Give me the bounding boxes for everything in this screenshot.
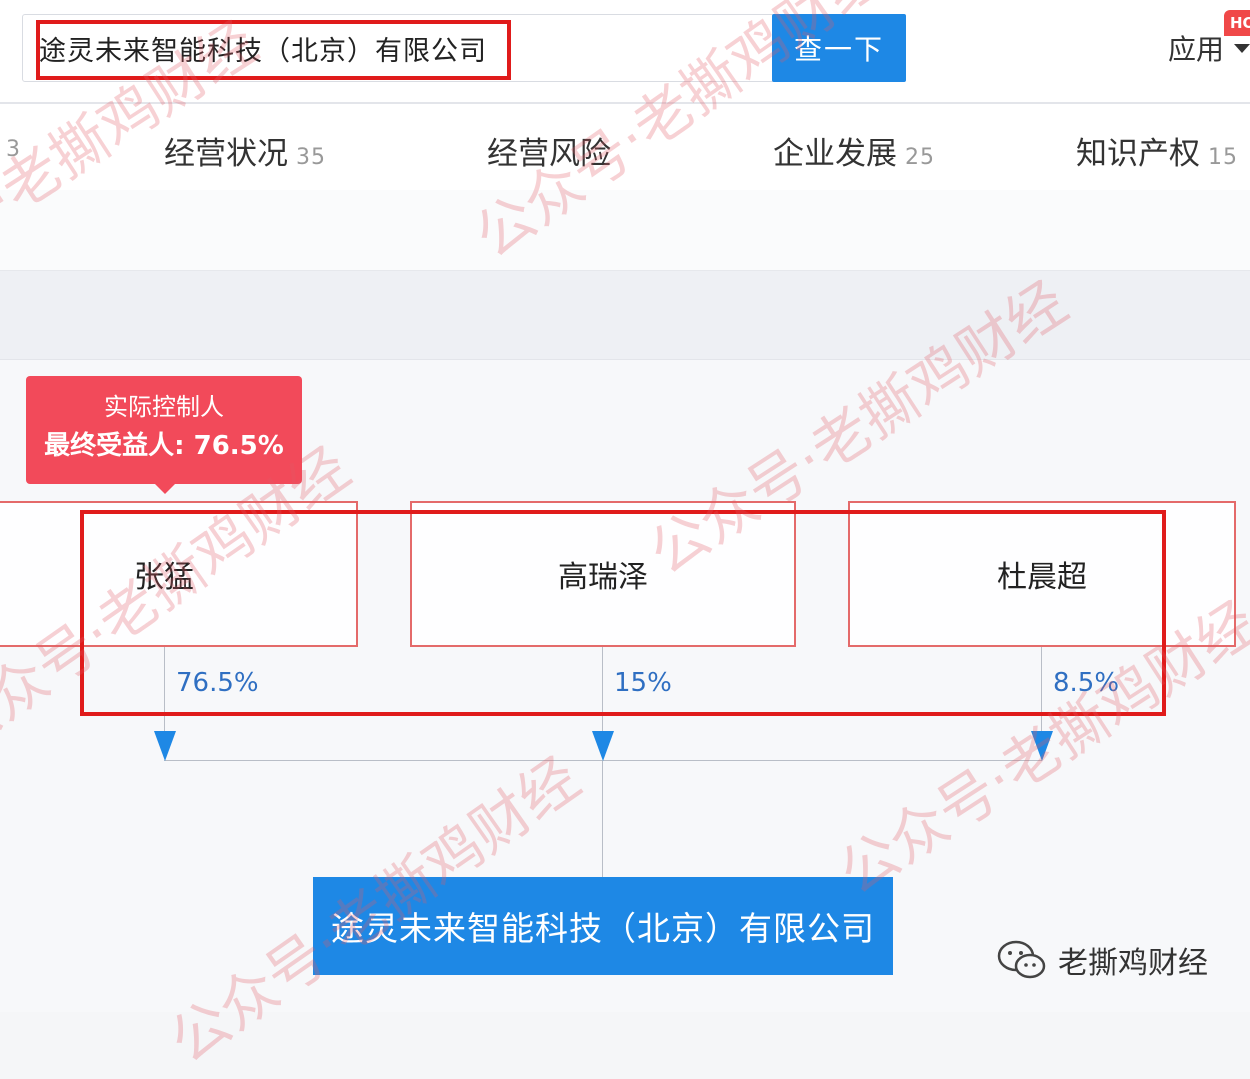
- tab-bar: 3 经营状况 35 经营风险 企业发展 25 知识产权 15: [0, 104, 1250, 191]
- company-node[interactable]: 途灵未来智能科技（北京）有限公司: [313, 877, 893, 975]
- tab-label: 知识产权: [1076, 136, 1200, 172]
- tab-count: 25: [905, 145, 935, 170]
- search-input[interactable]: 途灵未来智能科技（北京）有限公司: [39, 29, 487, 68]
- shareholder-node[interactable]: 高瑞泽: [410, 501, 796, 647]
- tab-company-development[interactable]: 企业发展 25: [773, 128, 935, 173]
- search-box[interactable]: 途灵未来智能科技（北京）有限公司: [22, 14, 776, 82]
- chevron-down-icon: [1234, 43, 1250, 53]
- arrow-down-icon: [154, 731, 176, 761]
- connector-line: [1041, 647, 1042, 733]
- brand-signature: 老撕鸡财经: [996, 938, 1208, 982]
- connector-line: [602, 760, 603, 877]
- app-menu-label: 应用: [1168, 33, 1225, 66]
- top-bar: 途灵未来智能科技（北京）有限公司 查一下 应用 HOT: [0, 0, 1250, 104]
- share-percent: 8.5%: [1053, 668, 1120, 698]
- connector-line: [602, 647, 603, 733]
- arrow-down-icon: [1031, 731, 1053, 761]
- tab-count: 35: [296, 145, 326, 170]
- section-band: [0, 190, 1250, 271]
- controller-tooltip: 实际控制人 最终受益人: 76.5%: [26, 376, 302, 484]
- wechat-icon: [997, 940, 1046, 979]
- tab-count: 3: [6, 137, 21, 162]
- tab-count: 15: [1208, 145, 1238, 170]
- tab-business-risk[interactable]: 经营风险: [487, 128, 619, 173]
- tab-previous[interactable]: 3: [6, 128, 21, 164]
- tooltip-title: 实际控制人: [104, 393, 224, 421]
- tab-business-status[interactable]: 经营状况 35: [164, 128, 326, 173]
- tooltip-pointer: [155, 484, 175, 494]
- shareholder-node[interactable]: 张猛: [0, 501, 358, 647]
- tooltip-beneficiary: 最终受益人: 76.5%: [44, 431, 284, 461]
- share-percent: 76.5%: [176, 668, 259, 698]
- share-percent: 15%: [614, 668, 672, 698]
- tab-label: 经营风险: [487, 136, 611, 172]
- tab-label: 企业发展: [773, 136, 897, 172]
- shareholder-name: 张猛: [134, 560, 194, 595]
- hot-badge: HOT: [1224, 10, 1250, 36]
- arrow-down-icon: [592, 731, 614, 761]
- tab-intellectual-property[interactable]: 知识产权 15: [1076, 128, 1238, 173]
- brand-name: 老撕鸡财经: [1058, 946, 1208, 981]
- connector-line: [164, 647, 165, 733]
- shareholder-name: 杜晨超: [997, 560, 1087, 595]
- tab-label: 经营状况: [164, 136, 288, 172]
- shareholder-name: 高瑞泽: [558, 560, 648, 595]
- shareholder-node[interactable]: 杜晨超: [848, 501, 1236, 647]
- section-header-band: [0, 271, 1250, 360]
- search-button[interactable]: 查一下: [772, 14, 906, 82]
